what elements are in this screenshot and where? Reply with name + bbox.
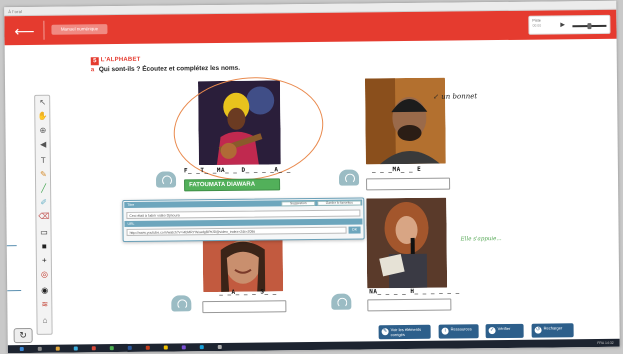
media-icon[interactable] [181,345,186,350]
audio-speaker-button-1[interactable] [155,171,177,188]
audio-speaker-button-2[interactable] [338,169,360,186]
back-arrow-button[interactable]: ⟵ [11,23,37,39]
target-icon[interactable]: ◎ [39,270,50,280]
audio-player[interactable]: Piste 00:00 ▶ [528,14,611,35]
nav-chip-button[interactable]: Manuel numérique [51,24,108,35]
speaker-tool-icon[interactable]: ◀ [38,140,49,150]
screen-icon[interactable]: ▭ [39,228,50,238]
exercise-instruction: Qui sont-ils ? Écoutez et complétez les … [98,64,241,74]
square-icon[interactable]: ■ [39,242,50,252]
reload-label: Recharger [543,325,563,331]
verify-label: Vérifier [497,325,511,332]
resources-label: Ressources [450,326,472,332]
zoom-icon[interactable]: ⊕ [37,126,48,136]
browser-icon[interactable] [73,346,78,351]
photo-woman-smiling [202,239,284,293]
eye-icon[interactable]: ◉ [39,286,50,296]
audio-progress-knob[interactable] [587,23,592,30]
show-corrections-label: Voir les éléments corrigés [390,326,422,338]
show-corrections-button[interactable]: ✎ Voir les éléments corrigés [378,324,431,340]
save-icon[interactable]: ⌂ [39,316,50,326]
annotation-toolbar: ↖ ✋ ⊕ ◀ T ✎ ╱ ✐ ⌫ ▭ ■ + ◎ ◉ ≋ ⌂ [34,94,53,335]
exercise-number: 5 [90,57,99,66]
dashed-name-1: F_ _T_ _MA_ _ D_ _ _ _A_ _ [183,166,291,175]
answer-field-3[interactable] [202,300,287,314]
edge-icon[interactable] [199,345,204,350]
excel-icon[interactable] [109,346,114,351]
highlighter-icon[interactable]: ✐ [38,198,49,208]
edge-divider-1 [6,245,17,247]
edit-icon: ✎ [381,328,389,336]
cursor-icon[interactable]: ↖ [37,98,48,108]
dashed-name-3: _ _A_ _ _ S_ _ [219,288,277,296]
green-annotation: Elle s'appuie... [460,236,502,243]
keep-favorites-button[interactable]: Garder le favorites [317,200,362,206]
refresh-corner-button[interactable]: ↻ [13,327,33,344]
check-icon: ✓ [488,327,496,335]
answer-field-4[interactable] [367,298,452,312]
edge-divider-2 [7,290,22,292]
word-icon[interactable] [127,345,132,350]
answer-field-2[interactable] [366,177,451,191]
info-icon: i [441,327,449,335]
handwritten-note: ↙ un bonnet [433,92,478,101]
start-icon[interactable] [19,347,24,352]
photo-woman-reading-mic [366,197,448,289]
pencil-icon[interactable]: ✎ [38,170,49,180]
title-input[interactable]: Ceci était à l'abrir vidéo Djinoura [126,209,361,219]
confirm-button[interactable]: OK [348,226,361,234]
reload-button[interactable]: ↺ Recharger [531,323,574,338]
hand-icon[interactable]: ✋ [37,112,48,122]
dashed-name-2: _ _ _MA_ _ E [371,165,422,174]
verify-button[interactable]: ✓ Vérifier [485,323,524,339]
system-tray[interactable]: FRA 14:32 [597,340,614,346]
app-window: À l'oral ⟵ Manuel numérique Piste 00:00 … [4,0,620,354]
resources-button[interactable]: i Ressources [438,324,479,339]
plus-icon[interactable]: + [39,256,50,266]
eraser-icon[interactable]: ⌫ [38,212,49,222]
powerpoint-icon[interactable] [145,345,150,350]
url-input[interactable]: http://www.youtube.com/watch?v=i4bMRYWxa… [126,226,347,236]
audio-speaker-button-3[interactable] [171,295,192,312]
app-icon[interactable] [91,346,96,351]
play-icon[interactable]: ▶ [560,21,565,28]
url-label: URL [127,221,135,226]
answer-field-1[interactable]: FATOUMATA DIAWARA [184,178,281,192]
text-icon[interactable]: T [38,156,49,166]
photo-man-beanie [364,77,446,165]
explorer-icon[interactable] [163,345,168,350]
search-icon[interactable] [37,346,42,351]
dialog-url-bar: URL [124,218,363,227]
audio-speaker-button-4[interactable] [331,293,352,310]
window-title: À l'oral [8,9,23,15]
suggestion-button[interactable]: Suggestion [281,200,316,207]
settings-icon[interactable] [217,344,222,349]
folder-icon[interactable] [55,346,60,351]
marker-icon[interactable]: ╱ [38,184,49,194]
page-content: ↖ ✋ ⊕ ◀ T ✎ ╱ ✐ ⌫ ▭ ■ + ◎ ◉ ≋ ⌂ 5 L'ALPH… [5,39,620,354]
reload-icon: ↺ [534,326,542,334]
dashed-name-4: NA_ _ _ _ H_ _ _ _ _ _ [369,287,460,296]
dialog-title-label: Titre [127,202,135,207]
exercise-title: L'ALPHABET [100,56,141,64]
link-dialog: Titre Suggestion Garder le favorites Cec… [122,197,365,242]
os-taskbar: FRA 14:32 [7,338,620,354]
header-divider [43,20,45,40]
audio-time: 00:00 [532,23,542,28]
exercise-step-marker: a [90,67,95,74]
mask-icon[interactable]: ≋ [39,300,50,310]
